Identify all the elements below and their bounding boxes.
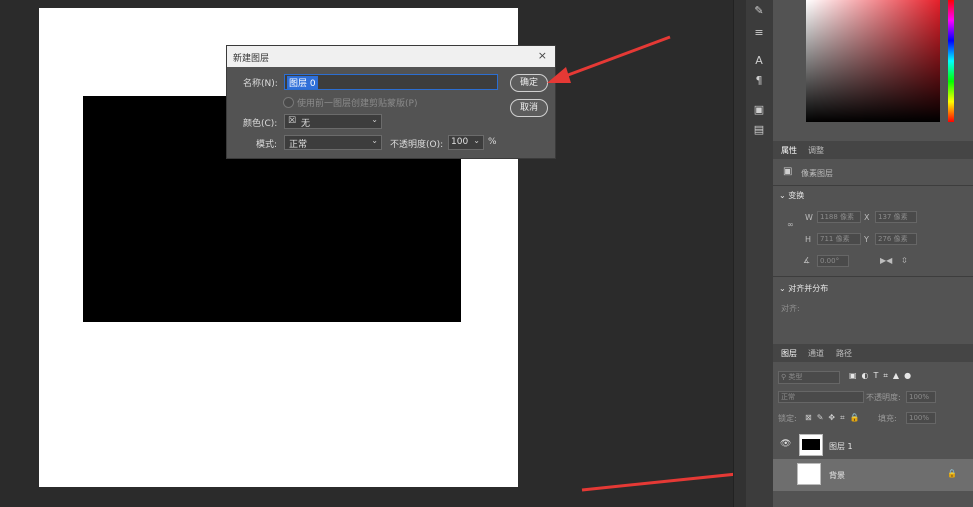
lock-icon: 🔒 — [947, 469, 957, 478]
tool-strip — [733, 0, 747, 507]
link-icon[interactable]: ∞ — [787, 220, 794, 229]
y-field[interactable]: 276 像素 — [875, 233, 917, 245]
right-panel: 属性 调整 ▣ 像素图层 ⌄ 变换 ∞ W 1188 像素 X 137 像素 H… — [773, 0, 973, 507]
height-field[interactable]: 711 像素 — [817, 233, 861, 245]
lock-icons[interactable]: ⊠✎✥⌗🔒 — [805, 413, 865, 423]
layer-name: 背景 — [829, 471, 845, 480]
lock-label: 锁定: — [778, 414, 797, 423]
brush-icon[interactable]: ✎ — [750, 4, 768, 17]
layer-name: 图层 1 — [829, 442, 853, 451]
x-label: X — [864, 213, 870, 222]
transform-title-text: 变换 — [788, 191, 805, 200]
blend-mode-select[interactable]: 正常 — [778, 391, 864, 403]
tab-paths[interactable]: 路径 — [836, 348, 852, 359]
fill-field[interactable]: 100% — [906, 412, 936, 424]
x-field[interactable]: 137 像素 — [875, 211, 917, 223]
layers-opacity-field[interactable]: 100% — [906, 391, 936, 403]
angle-icon: ∡ — [803, 256, 811, 265]
w-label: W — [805, 213, 813, 222]
align-label: 对齐: — [781, 304, 800, 313]
divider — [773, 185, 973, 186]
sliders-icon[interactable]: ≡ — [750, 26, 768, 39]
tab-layers[interactable]: 图层 — [781, 348, 797, 359]
paragraph-icon[interactable]: ¶ — [750, 74, 768, 87]
tab-channels[interactable]: 通道 — [808, 348, 824, 359]
pixel-layer-label: 像素图层 — [801, 169, 833, 178]
hue-slider[interactable] — [948, 0, 954, 122]
eye-icon[interactable]: 👁 — [780, 439, 791, 449]
arrow-to-ok-head — [547, 67, 571, 83]
layers-tabs: 图层 通道 路径 — [773, 344, 973, 362]
arrow-to-ok-line — [559, 35, 671, 80]
divider — [773, 276, 973, 277]
align-title-text: 对齐并分布 — [788, 284, 829, 293]
pixel-layer-icon: ▣ — [783, 166, 793, 177]
flip-horizontal-icon[interactable]: ▶◀ — [880, 256, 892, 265]
panel-icon-bar: ✎ ≡ A ¶ ▣ ▤ — [746, 0, 774, 507]
align-title[interactable]: ⌄ 对齐并分布 — [779, 283, 828, 294]
layer-filter-select[interactable]: ⚲ 类型 — [778, 371, 840, 384]
tab-adjustments[interactable]: 调整 — [808, 145, 824, 156]
width-field[interactable]: 1188 像素 — [817, 211, 861, 223]
layer-filter-icons[interactable]: ▣◐T⌗▲● — [849, 371, 916, 381]
h-label: H — [805, 235, 812, 244]
y-label: Y — [864, 235, 869, 244]
notes-icon[interactable]: ▤ — [750, 123, 768, 136]
tab-properties[interactable]: 属性 — [781, 145, 797, 156]
transform-title[interactable]: ⌄ 变换 — [779, 190, 804, 201]
color-picker-field[interactable] — [806, 0, 940, 122]
layers-opacity-label: 不透明度: — [866, 393, 901, 402]
filter-placeholder: 类型 — [788, 373, 803, 381]
properties-tabs: 属性 调整 — [773, 141, 973, 159]
layer-row[interactable]: 背景 🔒 — [773, 459, 973, 491]
angle-field[interactable]: 0.00° — [817, 255, 849, 267]
character-icon[interactable]: A — [750, 54, 768, 67]
flip-vertical-icon[interactable]: ⇳ — [901, 256, 908, 265]
layer-thumbnail — [799, 434, 823, 456]
layer-thumbnail — [797, 463, 821, 485]
layer-row[interactable]: 👁 图层 1 — [773, 431, 973, 459]
fill-label: 填充: — [878, 414, 897, 423]
image-panel-icon[interactable]: ▣ — [750, 103, 768, 116]
